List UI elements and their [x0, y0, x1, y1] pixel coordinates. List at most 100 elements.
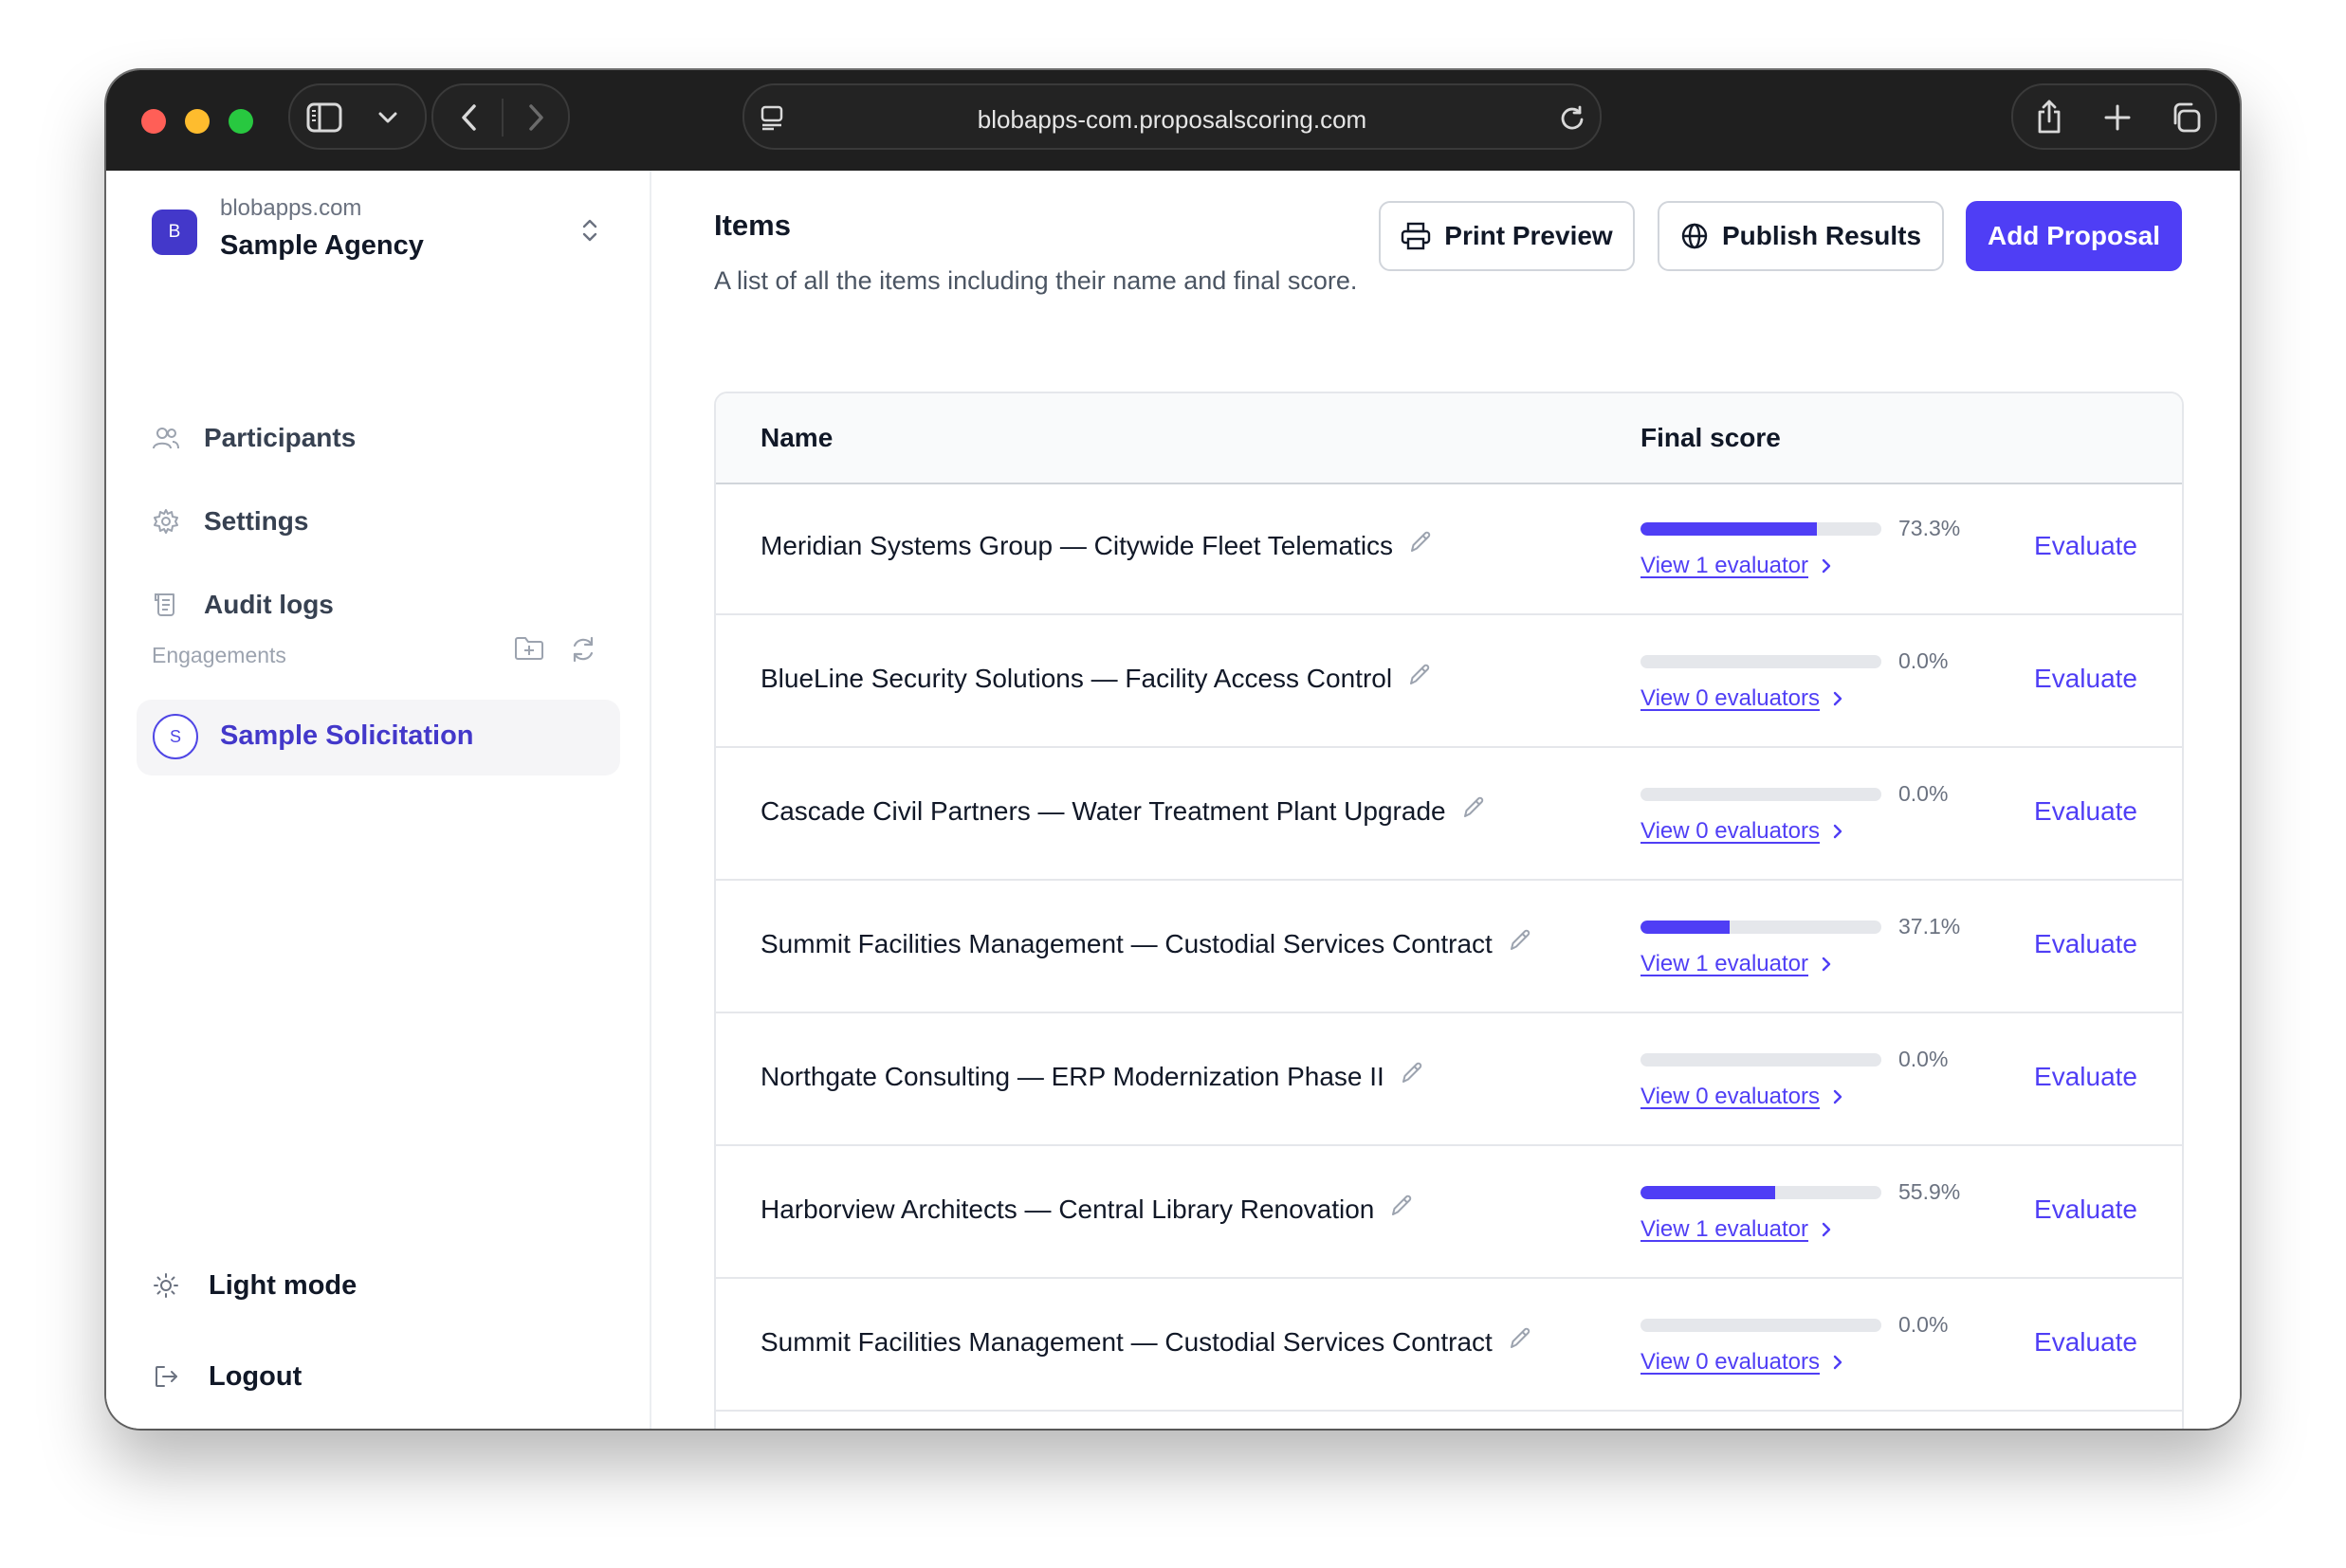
view-evaluators-link[interactable]: View 0 evaluators	[1640, 818, 1842, 845]
proposal-name-text: Cascade Civil Partners — Water Treatment…	[761, 796, 1446, 826]
evaluate-link[interactable]: Evaluate	[2034, 1327, 2137, 1358]
zoom-window-button[interactable]	[229, 109, 253, 134]
publish-results-button[interactable]: Publish Results	[1658, 201, 1944, 271]
publish-results-label: Publish Results	[1721, 221, 1922, 250]
evaluate-link[interactable]: Evaluate	[2034, 664, 2137, 694]
page-subtitle: A list of all the items including their …	[714, 266, 1358, 295]
light-mode-label: Light mode	[209, 1269, 357, 1301]
engagement-item-sample-solicitation[interactable]: S Sample Solicitation	[137, 700, 620, 775]
view-evaluators-text: View 0 evaluators	[1640, 1349, 1820, 1375]
sidebar-item-audit-logs[interactable]: Audit logs	[152, 586, 334, 624]
back-icon[interactable]	[452, 100, 485, 135]
sidebar-item-settings[interactable]: Settings	[152, 502, 308, 540]
proposal-name: Summit Facilities Management — Custodial…	[761, 929, 1532, 959]
table-row: Summit Facilities Management — Custodial…	[716, 1281, 2182, 1412]
score-bar	[1640, 1186, 1881, 1199]
pencil-icon[interactable]	[1389, 1194, 1414, 1218]
evaluate-link[interactable]: Evaluate	[2034, 929, 2137, 959]
evaluate-link[interactable]: Evaluate	[2034, 796, 2137, 827]
add-folder-icon[interactable]	[514, 635, 544, 666]
score-bar-fill	[1640, 1186, 1775, 1199]
page-title: Items	[714, 209, 791, 242]
view-evaluators-text: View 0 evaluators	[1640, 1084, 1820, 1109]
pencil-icon[interactable]	[1408, 530, 1433, 555]
sidebar-item-label: Audit logs	[204, 590, 334, 619]
add-proposal-button[interactable]: Add Proposal	[1966, 201, 2182, 271]
sidebar-item-participants[interactable]: Participants	[152, 419, 356, 457]
printer-icon	[1401, 222, 1431, 250]
sidebar-toggle-group	[288, 83, 427, 150]
table-row: Northgate Consulting — ERP Modernization…	[716, 1015, 2182, 1146]
score-bar	[1640, 1319, 1881, 1332]
proposal-name: Harborview Architects — Central Library …	[761, 1194, 1414, 1225]
url-text[interactable]: blobapps-com.proposalscoring.com	[744, 105, 1600, 135]
users-icon	[152, 424, 180, 452]
gear-icon	[152, 507, 180, 536]
view-evaluators-link[interactable]: View 1 evaluator	[1640, 951, 1831, 977]
logout-button[interactable]: Logout	[152, 1358, 302, 1395]
view-evaluators-link[interactable]: View 0 evaluators	[1640, 1084, 1842, 1110]
proposal-name: Northgate Consulting — ERP Modernization…	[761, 1062, 1424, 1092]
evaluate-link[interactable]: Evaluate	[2034, 1062, 2137, 1092]
print-preview-label: Print Preview	[1444, 221, 1613, 250]
chevron-right-icon	[1833, 824, 1842, 839]
table-row: Summit Facilities Management — Custodial…	[716, 883, 2182, 1013]
proposal-name: Meridian Systems Group — Citywide Fleet …	[761, 531, 1433, 561]
new-tab-icon[interactable]	[2102, 102, 2133, 133]
score-percent: 55.9%	[1898, 1179, 1961, 1204]
score-percent: 37.1%	[1898, 914, 1961, 939]
proposal-name: Cascade Civil Partners — Water Treatment…	[761, 796, 1486, 827]
proposal-name-text: Northgate Consulting — ERP Modernization…	[761, 1062, 1384, 1091]
view-evaluators-link[interactable]: View 0 evaluators	[1640, 685, 1842, 712]
pencil-icon[interactable]	[1508, 928, 1532, 953]
forward-icon[interactable]	[521, 100, 553, 135]
workspace-domain: blobapps.com	[220, 195, 362, 221]
history-nav-group	[431, 83, 570, 150]
score-percent: 0.0%	[1898, 648, 1949, 673]
score-bar	[1640, 1053, 1881, 1067]
score-bar	[1640, 921, 1881, 934]
refresh-icon[interactable]	[569, 635, 597, 668]
score-bar	[1640, 655, 1881, 668]
nav-divider	[502, 99, 504, 137]
proposal-name: BlueLine Security Solutions — Facility A…	[761, 664, 1432, 694]
tab-overview-icon[interactable]	[2169, 100, 2203, 135]
pencil-icon[interactable]	[1508, 1326, 1532, 1351]
view-evaluators-link[interactable]: View 1 evaluator	[1640, 1216, 1831, 1243]
share-icon[interactable]	[2032, 97, 2066, 137]
reload-icon[interactable]	[1558, 104, 1586, 133]
items-table: Name Final score Meridian Systems Group …	[714, 392, 2184, 1429]
pencil-icon[interactable]	[1461, 795, 1486, 820]
proposal-name-text: Summit Facilities Management — Custodial…	[761, 1327, 1493, 1357]
main-content: Items A list of all the items including …	[653, 171, 2240, 1429]
chevron-up-down-icon[interactable]	[580, 216, 599, 249]
pencil-icon[interactable]	[1407, 663, 1432, 687]
workspace-name: Sample Agency	[220, 230, 424, 261]
light-mode-toggle[interactable]: Light mode	[152, 1267, 357, 1304]
evaluate-link[interactable]: Evaluate	[2034, 1194, 2137, 1225]
table-row: BlueLine Security Solutions — Facility A…	[716, 617, 2182, 748]
sidebar: B blobapps.com Sample Agency Participant…	[106, 171, 651, 1429]
column-header-final-score: Final score	[1640, 423, 1781, 452]
workspace-avatar: B	[152, 210, 197, 255]
sidebar-toggle-icon[interactable]	[305, 100, 343, 135]
score-bar	[1640, 788, 1881, 801]
view-evaluators-text: View 0 evaluators	[1640, 685, 1820, 711]
view-evaluators-link[interactable]: View 1 evaluator	[1640, 553, 1831, 579]
score-percent: 0.0%	[1898, 1312, 1949, 1337]
engagement-badge: S	[153, 714, 198, 759]
proposal-name: Summit Facilities Management — Custodial…	[761, 1327, 1532, 1358]
address-bar[interactable]: blobapps-com.proposalscoring.com	[742, 83, 1602, 150]
pencil-icon[interactable]	[1400, 1061, 1424, 1085]
print-preview-button[interactable]: Print Preview	[1379, 201, 1635, 271]
view-evaluators-link[interactable]: View 0 evaluators	[1640, 1349, 1842, 1376]
chevron-down-icon[interactable]	[374, 106, 402, 129]
view-evaluators-text: View 1 evaluator	[1640, 951, 1808, 976]
chevron-right-icon	[1833, 691, 1842, 706]
proposal-name-text: BlueLine Security Solutions — Facility A…	[761, 664, 1393, 693]
close-window-button[interactable]	[141, 109, 166, 134]
minimize-window-button[interactable]	[185, 109, 210, 134]
score-percent: 0.0%	[1898, 1047, 1949, 1071]
globe-icon	[1680, 222, 1709, 250]
evaluate-link[interactable]: Evaluate	[2034, 531, 2137, 561]
